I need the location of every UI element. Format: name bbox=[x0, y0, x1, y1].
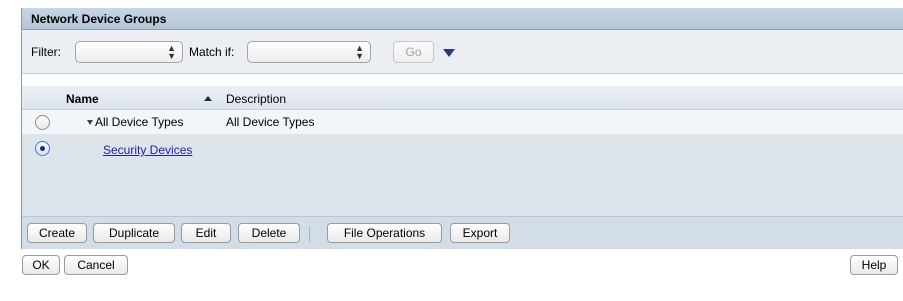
match-if-label: Match if: bbox=[189, 45, 235, 59]
cancel-button[interactable]: Cancel bbox=[64, 255, 128, 275]
device-groups-table: Name Description All Device Types All De… bbox=[22, 86, 903, 216]
select-arrows-icon: ▲ ▼ bbox=[167, 43, 176, 61]
match-if-select[interactable]: ▲ ▼ bbox=[247, 41, 371, 63]
filter-label: Filter: bbox=[31, 45, 61, 59]
ok-button[interactable]: OK bbox=[22, 255, 60, 275]
file-operations-button[interactable]: File Operations bbox=[327, 223, 442, 243]
filter-bar: Filter: ▲ ▼ Match if: ▲ ▼ Go bbox=[22, 30, 903, 74]
radio-dot-icon bbox=[40, 146, 45, 151]
panel-title: Network Device Groups bbox=[22, 8, 903, 30]
export-button[interactable]: Export bbox=[450, 223, 510, 243]
spacer bbox=[22, 74, 903, 86]
network-device-groups-panel: Network Device Groups Filter: ▲ ▼ Match i… bbox=[21, 8, 903, 249]
delete-button[interactable]: Delete bbox=[238, 223, 300, 243]
column-header-name[interactable]: Name bbox=[66, 92, 99, 106]
action-toolbar: Create Duplicate Edit Delete File Operat… bbox=[22, 216, 903, 249]
row-radio[interactable] bbox=[35, 115, 50, 130]
row-name: All Device Types bbox=[95, 115, 184, 129]
filter-options-caret-icon[interactable] bbox=[443, 49, 455, 57]
table-row[interactable]: All Device Types All Device Types bbox=[22, 110, 903, 134]
row-radio-selected[interactable] bbox=[35, 141, 50, 156]
column-header-description[interactable]: Description bbox=[226, 92, 286, 106]
table-row[interactable]: Security Devices bbox=[22, 134, 903, 164]
help-button[interactable]: Help bbox=[850, 255, 898, 275]
row-description: All Device Types bbox=[226, 115, 315, 129]
go-button[interactable]: Go bbox=[393, 41, 434, 63]
sort-ascending-icon[interactable] bbox=[204, 96, 212, 101]
security-devices-link[interactable]: Security Devices bbox=[103, 143, 192, 157]
select-arrows-icon: ▲ ▼ bbox=[355, 43, 364, 61]
filter-select[interactable]: ▲ ▼ bbox=[75, 41, 183, 63]
toolbar-separator bbox=[309, 226, 310, 242]
create-button[interactable]: Create bbox=[27, 223, 87, 243]
duplicate-button[interactable]: Duplicate bbox=[93, 223, 175, 243]
table-header: Name Description bbox=[22, 86, 903, 110]
edit-button[interactable]: Edit bbox=[181, 223, 231, 243]
tree-expand-icon[interactable] bbox=[87, 120, 93, 125]
